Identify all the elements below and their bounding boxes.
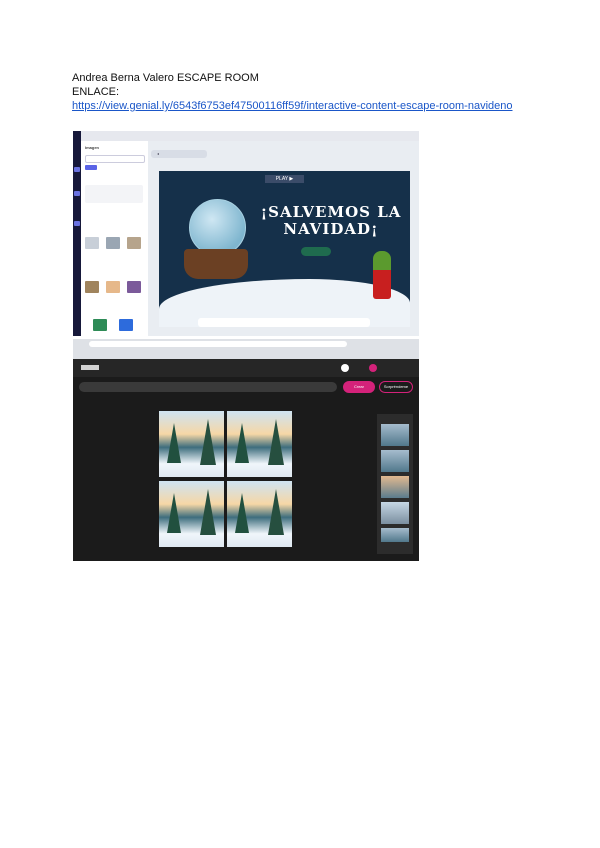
create-button[interactable]: Crear (343, 381, 375, 393)
generated-image[interactable] (227, 411, 292, 477)
escape-room-link[interactable]: https://view.genial.ly/6543f6753ef475001… (72, 100, 513, 113)
generated-image[interactable] (227, 481, 292, 547)
upload-button[interactable] (85, 165, 97, 170)
back-button[interactable]: ◂ (151, 150, 207, 158)
genially-editor-screenshot: Imagen ◂ PLAY ▶ ¡SALVEMOS LA NAVIDAD¡ (73, 131, 419, 336)
boost-icon[interactable] (369, 364, 377, 372)
image-thumbnail[interactable] (127, 281, 141, 293)
image-thumbnail[interactable] (85, 237, 99, 249)
drive-icon[interactable] (93, 319, 107, 331)
creator-header (73, 359, 419, 377)
address-bar[interactable] (89, 341, 347, 347)
start-button[interactable] (301, 247, 331, 256)
recent-thumbnail[interactable] (381, 502, 409, 524)
rail-icon (74, 221, 80, 226)
recent-thumbnail[interactable] (381, 450, 409, 472)
play-button[interactable]: PLAY ▶ (265, 175, 304, 183)
recent-creations-panel (377, 414, 413, 554)
image-search-input[interactable] (85, 155, 145, 163)
link-label: ENLACE: (72, 86, 120, 98)
grinch-illustration (373, 251, 391, 299)
image-thumbnail[interactable] (127, 237, 141, 249)
slide-canvas[interactable]: PLAY ▶ ¡SALVEMOS LA NAVIDAD¡ (159, 171, 410, 327)
surprise-button[interactable]: Sorpréndeme (379, 381, 413, 393)
image-thumbnail[interactable] (106, 237, 120, 249)
prompt-input[interactable] (79, 382, 337, 392)
document-title: Andrea Berna Valero ESCAPE ROOM (72, 72, 259, 84)
browser-chrome (73, 339, 419, 359)
recent-thumbnail[interactable] (381, 528, 409, 542)
rail-icon (74, 191, 80, 196)
recent-thumbnail[interactable] (381, 476, 409, 498)
slide-title: ¡SALVEMOS LA NAVIDAD¡ (260, 203, 402, 238)
snow-globe-base (184, 249, 248, 279)
panel-heading: Imagen (85, 145, 100, 150)
editor-side-rail (73, 131, 81, 336)
recent-thumbnail[interactable] (381, 424, 409, 446)
image-thumbnail[interactable] (106, 281, 120, 293)
upload-dropzone[interactable] (85, 185, 143, 203)
generated-image[interactable] (159, 411, 224, 477)
image-creator-screenshot: Crear Sorpréndeme (73, 339, 419, 561)
snow-globe-illustration (189, 199, 246, 256)
user-avatar[interactable] (341, 364, 349, 372)
generated-image[interactable] (159, 481, 224, 547)
app-logo (81, 365, 99, 370)
rail-icon (74, 167, 80, 172)
image-panel: Imagen (81, 141, 148, 336)
image-thumbnail[interactable] (85, 281, 99, 293)
dropbox-icon[interactable] (119, 319, 133, 331)
editor-bottom-toolbar[interactable] (198, 318, 370, 327)
